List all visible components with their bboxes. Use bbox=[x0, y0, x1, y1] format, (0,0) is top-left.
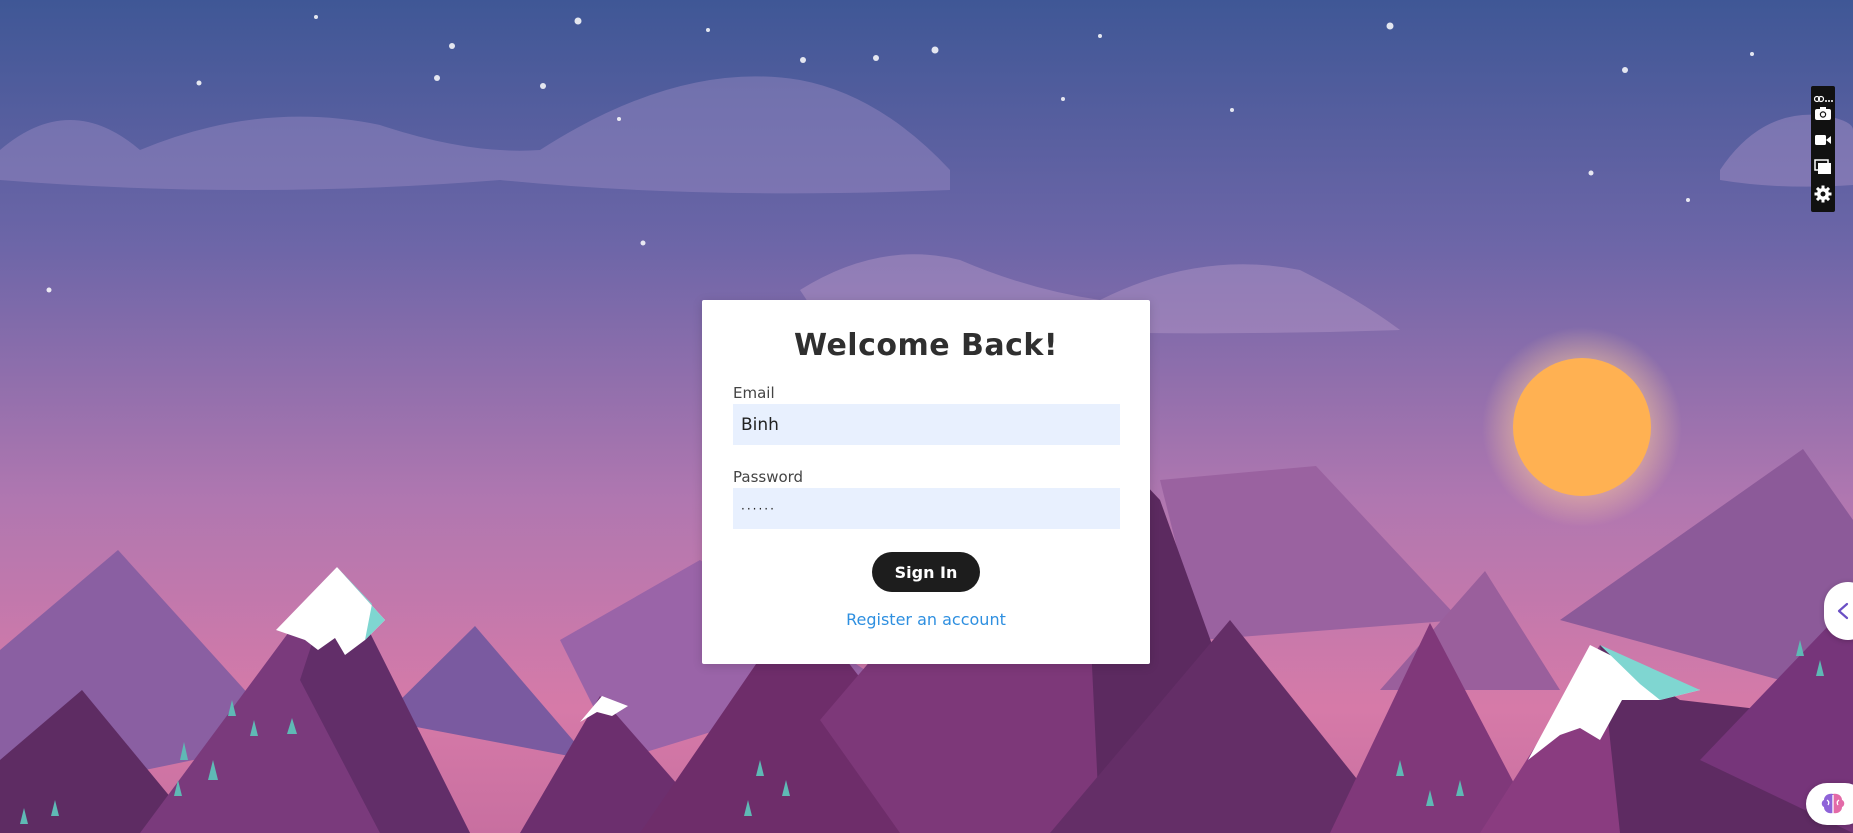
link-icon[interactable] bbox=[1813, 88, 1825, 103]
chevron-left-icon bbox=[1836, 602, 1850, 624]
more-icon[interactable] bbox=[1825, 89, 1833, 102]
page-title: Welcome Back! bbox=[793, 328, 1059, 363]
assistant-button[interactable] bbox=[1806, 783, 1853, 825]
brain-icon bbox=[1820, 792, 1846, 820]
sign-in-button[interactable]: Sign In bbox=[872, 552, 980, 592]
video-camera-icon[interactable] bbox=[1814, 131, 1832, 149]
email-field[interactable] bbox=[733, 404, 1120, 445]
window-stack-icon[interactable] bbox=[1814, 158, 1832, 176]
gear-icon[interactable] bbox=[1814, 185, 1832, 203]
password-label: Password bbox=[733, 468, 804, 486]
login-card: Welcome Back! Email Password Sign In Reg… bbox=[702, 300, 1150, 664]
password-field[interactable] bbox=[733, 488, 1120, 529]
email-label: Email bbox=[733, 384, 775, 402]
extension-toolbar bbox=[1811, 86, 1835, 212]
register-link[interactable]: Register an account bbox=[702, 610, 1150, 629]
sun bbox=[1513, 358, 1651, 496]
camera-icon[interactable] bbox=[1814, 104, 1832, 122]
